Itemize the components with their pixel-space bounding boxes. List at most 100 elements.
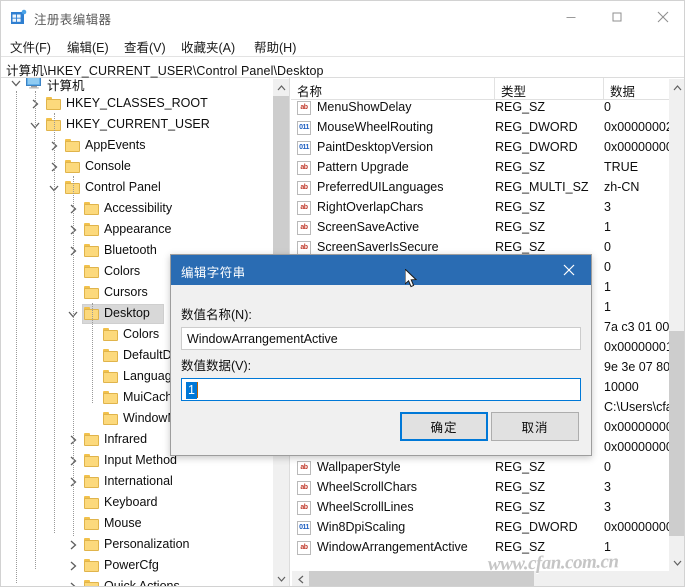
tree-guide-line xyxy=(73,176,74,536)
tree-item-label: 计算机 xyxy=(47,79,85,93)
value-name-cell: ScreenSaverIsSecure xyxy=(317,240,439,254)
value-name-cell: Win8DpiScaling xyxy=(317,520,406,534)
tree-scroll-down-icon[interactable] xyxy=(273,570,289,586)
tree-item-label: Quick Actions xyxy=(104,579,180,587)
value-data-field[interactable]: 1 xyxy=(181,378,581,401)
folder-icon xyxy=(46,97,61,110)
folder-icon xyxy=(103,412,118,425)
column-header-name[interactable]: 名称 xyxy=(291,78,495,99)
tree-item-label: Personalization xyxy=(104,537,190,551)
address-bar[interactable]: 计算机\HKEY_CURRENT_USER\Control Panel\Desk… xyxy=(1,56,684,78)
folder-icon xyxy=(84,286,99,299)
folder-icon xyxy=(103,328,118,341)
list-horizontal-scroll-thumb[interactable] xyxy=(309,571,534,586)
folder-icon xyxy=(84,202,99,215)
maximize-button[interactable] xyxy=(594,1,640,32)
tree-item-label: Infrared xyxy=(104,432,148,446)
dialog-title: 编辑字符串 xyxy=(181,266,246,280)
list-horizontal-scrollbar[interactable] xyxy=(292,571,684,586)
value-name-cell: PreferredUILanguages xyxy=(317,180,444,194)
dword-value-icon: 011 xyxy=(297,521,311,535)
dialog-close-icon[interactable] xyxy=(547,255,591,285)
table-row[interactable]: ab PreferredUILanguages REG_MULTI_SZ zh-CN xyxy=(291,178,669,198)
tree-item-label: International xyxy=(104,474,173,488)
tree-scroll-up-icon[interactable] xyxy=(273,79,289,96)
folder-icon xyxy=(65,139,80,152)
table-row[interactable]: ab Pattern Upgrade REG_SZ TRUE xyxy=(291,158,669,178)
list-scroll-down-icon[interactable] xyxy=(669,554,684,571)
tree-chevron-right-icon[interactable] xyxy=(68,561,79,572)
folder-icon xyxy=(84,580,99,586)
tree-item-label: Console xyxy=(85,159,131,173)
tree-item-label: Accessibility xyxy=(104,201,173,215)
folder-icon xyxy=(103,349,118,362)
table-row[interactable]: ab WheelScrollLines REG_SZ 3 xyxy=(291,498,669,518)
tree-guide-line xyxy=(16,91,17,583)
table-row[interactable]: ab MenuShowDelay REG_SZ 0 xyxy=(291,98,669,118)
dialog-title-bar: 编辑字符串 xyxy=(171,255,591,285)
table-row[interactable]: ab RightOverlapChars REG_SZ 3 xyxy=(291,198,669,218)
folder-icon xyxy=(84,244,99,257)
table-row[interactable]: ab WallpaperStyle REG_SZ 0 xyxy=(291,458,669,478)
text-caret xyxy=(197,382,198,398)
dword-value-icon: 011 xyxy=(297,121,311,135)
close-icon[interactable] xyxy=(640,1,684,32)
folder-icon xyxy=(84,433,99,446)
menu-item-edit[interactable]: 编辑(E) xyxy=(64,36,112,57)
tree-item-label: Keyboard xyxy=(104,495,158,509)
value-type-cell: REG_SZ xyxy=(495,240,546,254)
menu-item-view[interactable]: 查看(V) xyxy=(121,36,169,57)
table-row[interactable]: ab ScreenSaveActive REG_SZ 1 xyxy=(291,218,669,238)
folder-icon xyxy=(84,538,99,551)
tree-item-label: HKEY_CURRENT_USER xyxy=(66,117,210,131)
folder-icon xyxy=(84,475,99,488)
column-header-type[interactable]: 类型 xyxy=(495,78,604,99)
tree-chevron-right-icon[interactable] xyxy=(68,540,79,551)
table-row[interactable]: ab WheelScrollChars REG_SZ 3 xyxy=(291,478,669,498)
value-type-cell: REG_SZ xyxy=(495,460,546,474)
tree-item-label: Colors xyxy=(104,264,141,278)
tree-item-label: Desktop xyxy=(104,306,150,320)
menu-item-file[interactable]: 文件(F) xyxy=(7,36,54,57)
folder-icon xyxy=(103,370,118,383)
value-name-cell: WindowArrangementActive xyxy=(317,540,468,554)
computer-icon xyxy=(26,78,42,89)
tree-scroll-thumb[interactable] xyxy=(273,96,289,266)
value-data-label: 数值数据(V): xyxy=(181,359,252,373)
value-type-cell: REG_SZ xyxy=(495,160,546,174)
string-value-icon: ab xyxy=(297,161,311,175)
folder-icon xyxy=(84,559,99,572)
value-type-cell: REG_SZ xyxy=(495,220,546,234)
tree-item-label: PowerCfg xyxy=(104,558,159,572)
table-row[interactable]: 011 MouseWheelRouting REG_DWORD 0x00000002 xyxy=(291,118,673,138)
menu-bar: 文件(F) 编辑(E) 查看(V) 收藏夹(A) 帮助(H) xyxy=(1,34,684,57)
table-row[interactable]: 011 PaintDesktopVersion REG_DWORD 0x0000000… xyxy=(291,138,673,158)
minimize-button[interactable] xyxy=(548,1,594,32)
tree-chevron-down-icon[interactable] xyxy=(11,78,22,89)
folder-icon xyxy=(84,223,99,236)
edit-string-dialog: 编辑字符串 数值名称(N): 数值数据(V): 1 确定 取消 xyxy=(170,254,592,456)
registry-path: 计算机\HKEY_CURRENT_USER\Control Panel\Desk… xyxy=(6,64,324,78)
list-scroll-left-icon[interactable] xyxy=(292,571,309,586)
value-type-cell: REG_SZ xyxy=(495,500,546,514)
cancel-button[interactable]: 取消 xyxy=(491,412,579,441)
tree-chevron-right-icon[interactable] xyxy=(68,582,79,586)
list-vertical-scrollbar[interactable] xyxy=(669,79,684,571)
tree-item-label: Appearance xyxy=(104,222,172,236)
value-type-cell: REG_SZ xyxy=(495,480,546,494)
table-row[interactable]: ab WindowArrangementActive REG_SZ 1 xyxy=(291,538,669,558)
value-name-cell: WheelScrollLines xyxy=(317,500,414,514)
list-scroll-thumb[interactable] xyxy=(669,331,684,536)
folder-icon xyxy=(84,517,99,530)
tree-item-label: Cursors xyxy=(104,285,148,299)
menu-item-help[interactable]: 帮助(H) xyxy=(251,36,299,57)
title-bar: 注册表编辑器 xyxy=(1,1,684,34)
string-value-icon: ab xyxy=(297,481,311,495)
value-name-cell: WallpaperStyle xyxy=(317,460,401,474)
ok-button[interactable]: 确定 xyxy=(400,412,488,441)
value-name-field[interactable] xyxy=(181,327,581,350)
table-row[interactable]: 011 Win8DpiScaling REG_DWORD 0x00000000 xyxy=(291,518,673,538)
list-scroll-up-icon[interactable] xyxy=(669,79,684,96)
menu-item-favorites[interactable]: 收藏夹(A) xyxy=(178,36,238,57)
value-type-cell: REG_DWORD xyxy=(495,120,578,134)
